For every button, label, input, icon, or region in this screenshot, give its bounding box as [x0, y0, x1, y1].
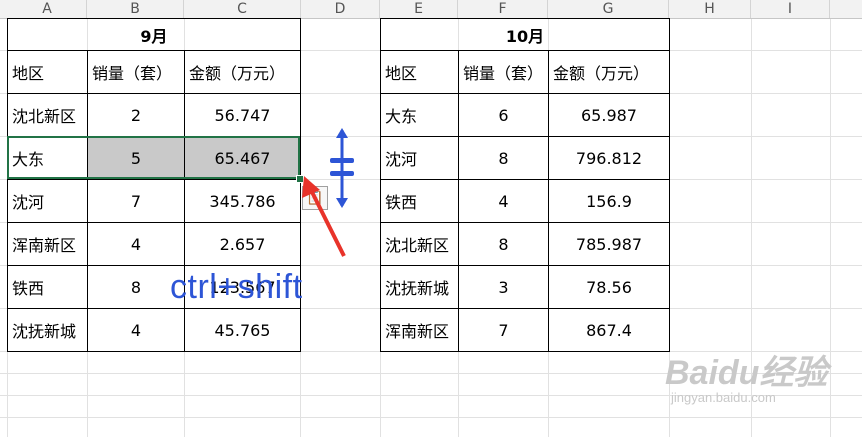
column-header-f[interactable]: F [458, 0, 548, 18]
header-cell[interactable]: 销量（套） [459, 51, 549, 94]
table-cell-selected[interactable]: 5 [88, 137, 185, 180]
table-cell[interactable]: 796.812 [549, 137, 670, 180]
table-cell[interactable]: 8 [459, 137, 549, 180]
table-cell[interactable]: 2 [88, 94, 185, 137]
table-cell[interactable]: 345.786 [185, 180, 301, 223]
table-cell[interactable]: 浑南新区 [380, 309, 459, 352]
column-header-b[interactable]: B [87, 0, 184, 18]
column-header-g[interactable]: G [548, 0, 669, 18]
table-cell-selected[interactable]: 65.467 [185, 137, 301, 180]
table-cell[interactable]: 沈河 [380, 137, 459, 180]
table-cell[interactable]: 4 [88, 309, 185, 352]
table-cell[interactable]: 65.987 [549, 94, 670, 137]
watermark-url: jingyan.baidu.com [671, 390, 776, 405]
table-cell[interactable]: 7 [459, 309, 549, 352]
column-header-h[interactable]: H [669, 0, 751, 18]
column-header-a[interactable]: A [8, 0, 87, 18]
red-arrow-icon [302, 176, 346, 257]
column-header-d[interactable]: D [301, 0, 380, 18]
header-cell[interactable]: 金额（万元） [549, 51, 670, 94]
header-cell[interactable]: 地区 [7, 51, 88, 94]
header-cell[interactable]: 金额（万元） [185, 51, 301, 94]
table-cell[interactable]: 78.56 [549, 266, 670, 309]
table-cell[interactable]: 大东 [7, 137, 88, 180]
table-cell[interactable]: 4 [88, 223, 185, 266]
table-cell[interactable]: 785.987 [549, 223, 670, 266]
column-header-bar: A B C D E F G H I [0, 0, 862, 19]
table-cell[interactable]: 沈北新区 [7, 94, 88, 137]
watermark-brand: Baidu经验 [665, 354, 828, 392]
table-cell[interactable]: 沈北新区 [380, 223, 459, 266]
table-cell[interactable]: 6 [459, 94, 549, 137]
column-header-c[interactable]: C [184, 0, 301, 18]
table-cell[interactable]: 8 [459, 223, 549, 266]
header-cell[interactable]: 地区 [380, 51, 459, 94]
table-cell[interactable]: 沈河 [7, 180, 88, 223]
table-title[interactable]: 9月 [7, 18, 301, 51]
column-header-i[interactable]: I [751, 0, 830, 18]
baidu-watermark: Baidu经验 jingyan.baidu.com [665, 356, 827, 406]
table-cell[interactable]: 沈抚新城 [7, 309, 88, 352]
table-cell[interactable]: 4 [459, 180, 549, 223]
table-cell[interactable]: 7 [88, 180, 185, 223]
table-cell[interactable]: 大东 [380, 94, 459, 137]
table-title[interactable]: 10月 [380, 18, 670, 51]
table-cell[interactable]: 铁西 [7, 266, 88, 309]
table-cell[interactable]: 沈抚新城 [380, 266, 459, 309]
table-cell[interactable]: 867.4 [549, 309, 670, 352]
table-cell[interactable]: 156.9 [549, 180, 670, 223]
table-cell[interactable]: 2.657 [185, 223, 301, 266]
column-header-e[interactable]: E [380, 0, 458, 18]
table-cell[interactable]: 45.765 [185, 309, 301, 352]
table-cell[interactable]: 铁西 [380, 180, 459, 223]
table-cell[interactable]: 浑南新区 [7, 223, 88, 266]
table-cell[interactable]: 3 [459, 266, 549, 309]
shortcut-annotation-text: ctrl+shift [170, 268, 303, 306]
table-cell[interactable]: 56.747 [185, 94, 301, 137]
header-cell[interactable]: 销量（套） [88, 51, 185, 94]
